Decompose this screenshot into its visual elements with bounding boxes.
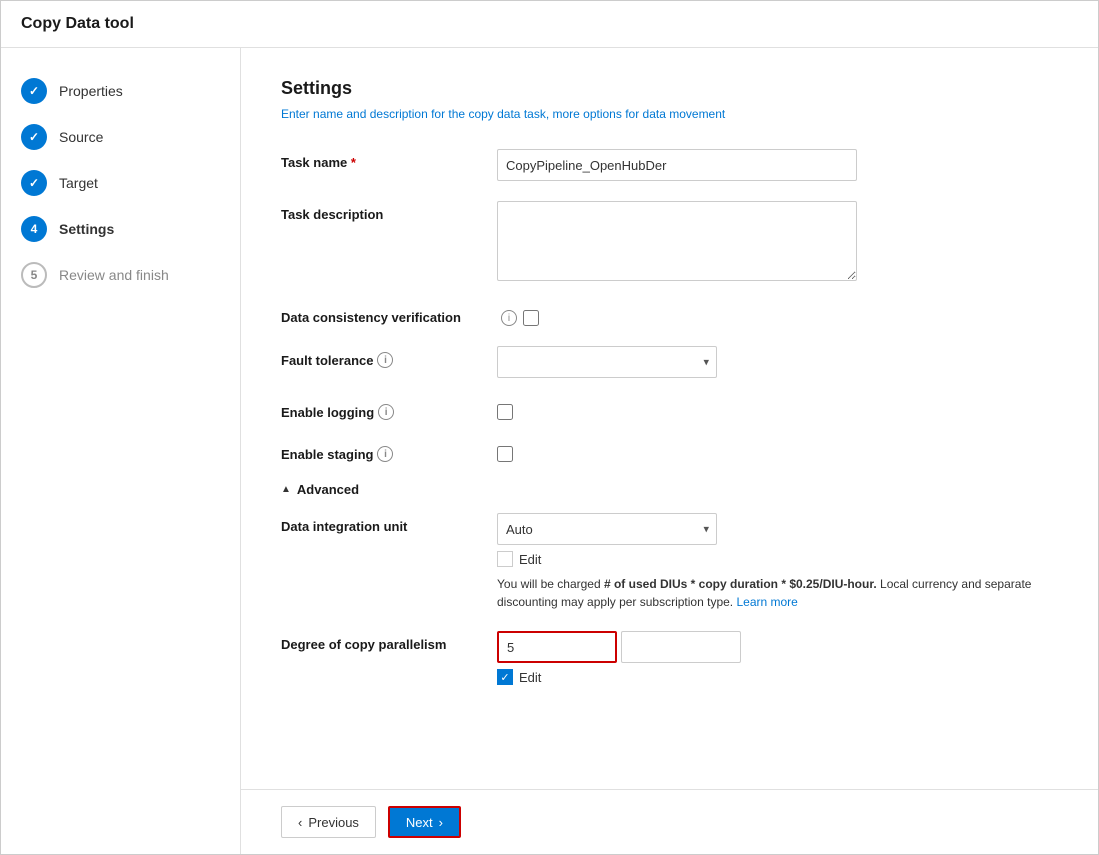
learn-more-link[interactable]: Learn more bbox=[736, 595, 797, 609]
data-consistency-label: Data consistency verification bbox=[281, 304, 481, 325]
task-description-row: Task description bbox=[281, 201, 1058, 284]
enable-staging-checkbox[interactable] bbox=[497, 446, 513, 462]
parallelism-edit-checkbox[interactable] bbox=[497, 669, 513, 685]
diu-edit-checkbox[interactable] bbox=[497, 551, 513, 567]
previous-button[interactable]: ‹ Previous bbox=[281, 806, 376, 838]
diu-label: Data integration unit bbox=[281, 513, 481, 534]
required-asterisk: * bbox=[351, 155, 356, 170]
sidebar-item-target[interactable]: ✓ Target bbox=[1, 160, 240, 206]
sidebar-label-source: Source bbox=[59, 129, 103, 145]
app-title: Copy Data tool bbox=[21, 15, 134, 32]
diu-select-wrap: Auto 2 4 8 16 32 ▾ bbox=[497, 513, 717, 545]
diu-charge-text: You will be charged bbox=[497, 577, 604, 591]
enable-staging-row: Enable staging i bbox=[281, 440, 1058, 462]
next-arrow-icon: › bbox=[439, 815, 443, 830]
nav-circle-properties: ✓ bbox=[21, 78, 47, 104]
sidebar-item-settings[interactable]: 4 Settings bbox=[1, 206, 240, 252]
section-subtitle: Enter name and description for the copy … bbox=[281, 107, 1058, 121]
parallelism-input-first[interactable] bbox=[497, 631, 617, 663]
diu-select[interactable]: Auto 2 4 8 16 32 bbox=[497, 513, 717, 545]
nav-circle-source: ✓ bbox=[21, 124, 47, 150]
task-name-input[interactable] bbox=[497, 149, 857, 181]
enable-staging-label: Enable staging i bbox=[281, 440, 481, 462]
diu-row: Data integration unit Auto 2 4 8 16 32 bbox=[281, 513, 1058, 611]
diu-edit-label: Edit bbox=[519, 552, 541, 567]
next-label: Next bbox=[406, 815, 433, 830]
data-consistency-info-icon[interactable]: i bbox=[501, 310, 517, 326]
advanced-arrow-icon: ▲ bbox=[281, 484, 291, 495]
nav-circle-review: 5 bbox=[21, 262, 47, 288]
parallelism-row: Degree of copy parallelism Edit bbox=[281, 631, 1058, 685]
enable-staging-info-icon[interactable]: i bbox=[377, 446, 393, 462]
nav-circle-settings: 4 bbox=[21, 216, 47, 242]
previous-label: Previous bbox=[308, 815, 359, 830]
sidebar-label-settings: Settings bbox=[59, 221, 114, 237]
parallelism-input-second[interactable] bbox=[621, 631, 741, 663]
sidebar-item-review[interactable]: 5 Review and finish bbox=[1, 252, 240, 298]
content-area: Settings Enter name and description for … bbox=[241, 48, 1098, 854]
task-description-wrap bbox=[497, 201, 857, 284]
parallelism-label: Degree of copy parallelism bbox=[281, 631, 481, 652]
previous-arrow-icon: ‹ bbox=[298, 815, 302, 830]
parallelism-inputs bbox=[497, 631, 741, 663]
section-title: Settings bbox=[281, 78, 1058, 99]
content-scroll: Settings Enter name and description for … bbox=[241, 48, 1098, 789]
enable-logging-row: Enable logging i bbox=[281, 398, 1058, 420]
sidebar-label-properties: Properties bbox=[59, 83, 123, 99]
footer: ‹ Previous Next › bbox=[241, 789, 1098, 854]
sidebar-item-properties[interactable]: ✓ Properties bbox=[1, 68, 240, 114]
sidebar-label-target: Target bbox=[59, 175, 98, 191]
task-name-row: Task name * bbox=[281, 149, 1058, 181]
data-consistency-checkbox[interactable] bbox=[523, 310, 539, 326]
sidebar-item-source[interactable]: ✓ Source bbox=[1, 114, 240, 160]
diu-charge-info: You will be charged # of used DIUs * cop… bbox=[497, 575, 1058, 611]
fault-tolerance-select[interactable]: Skip incompatible rows bbox=[497, 346, 717, 378]
task-name-wrap bbox=[497, 149, 857, 181]
enable-logging-info-icon[interactable]: i bbox=[378, 404, 394, 420]
task-description-input[interactable] bbox=[497, 201, 857, 281]
parallelism-edit-row: Edit bbox=[497, 669, 741, 685]
data-consistency-wrap: i bbox=[497, 304, 539, 326]
enable-logging-label: Enable logging i bbox=[281, 398, 481, 420]
diu-control-wrap: Auto 2 4 8 16 32 ▾ bbox=[497, 513, 1058, 611]
fault-tolerance-row: Fault tolerance i Skip incompatible rows… bbox=[281, 346, 1058, 378]
advanced-section: ▲ Advanced Data integration unit Auto 2 … bbox=[281, 482, 1058, 685]
enable-staging-wrap bbox=[497, 440, 513, 462]
parallelism-edit-label: Edit bbox=[519, 670, 541, 685]
data-consistency-row: Data consistency verification i bbox=[281, 304, 1058, 326]
fault-tolerance-info-icon[interactable]: i bbox=[377, 352, 393, 368]
advanced-label: Advanced bbox=[297, 482, 359, 497]
fault-tolerance-label: Fault tolerance i bbox=[281, 346, 481, 368]
task-description-label: Task description bbox=[281, 201, 481, 222]
task-name-label: Task name * bbox=[281, 149, 481, 170]
diu-edit-row: Edit bbox=[497, 551, 1058, 567]
parallelism-control-wrap: Edit bbox=[497, 631, 741, 685]
advanced-header[interactable]: ▲ Advanced bbox=[281, 482, 1058, 497]
title-bar: Copy Data tool bbox=[1, 1, 1098, 48]
nav-circle-target: ✓ bbox=[21, 170, 47, 196]
diu-charge-formula: # of used DIUs * copy duration * $0.25/D… bbox=[604, 577, 877, 591]
sidebar: ✓ Properties ✓ Source ✓ Target 4 Setting… bbox=[1, 48, 241, 854]
sidebar-label-review: Review and finish bbox=[59, 267, 169, 283]
enable-logging-checkbox[interactable] bbox=[497, 404, 513, 420]
fault-tolerance-select-wrap: Skip incompatible rows ▾ bbox=[497, 346, 717, 378]
enable-logging-wrap bbox=[497, 398, 513, 420]
next-button[interactable]: Next › bbox=[388, 806, 461, 838]
